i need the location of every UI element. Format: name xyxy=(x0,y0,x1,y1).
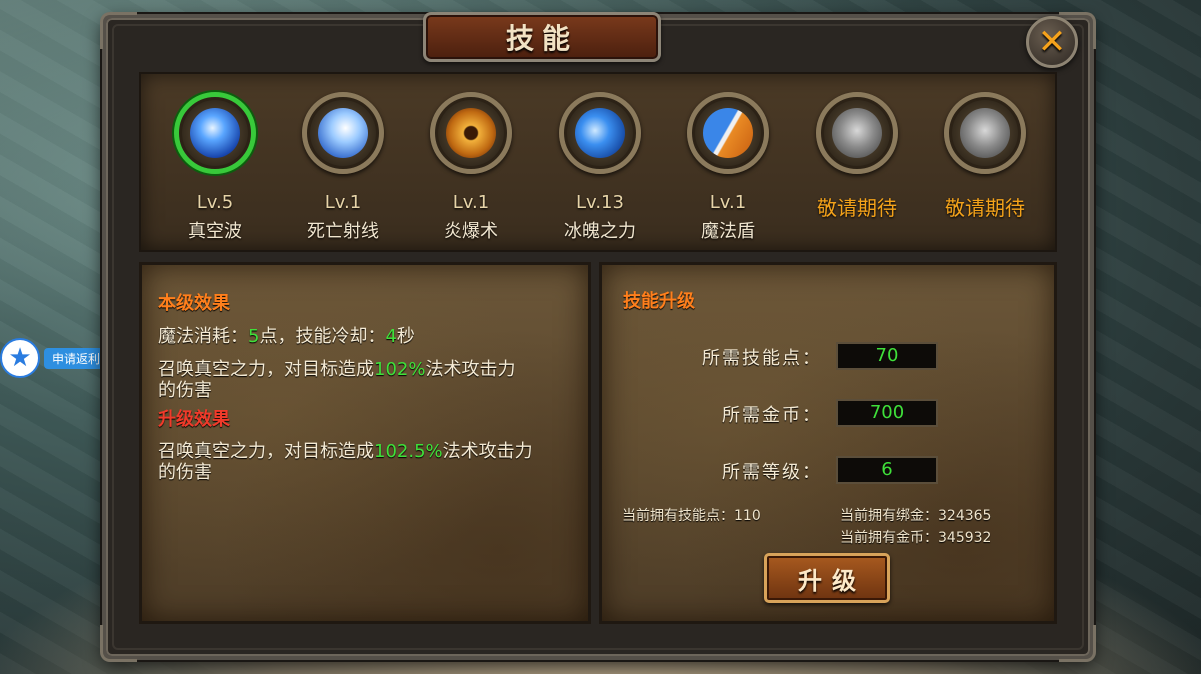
current-effect-desc: 召唤真空之力，对目标造成102%法术攻击力 xyxy=(158,359,515,381)
close-button[interactable]: ✕ xyxy=(1026,16,1078,68)
skill-effect-panel: 本级效果 魔法消耗：5点，技能冷却：4秒 召唤真空之力，对目标造成102%法术攻… xyxy=(139,262,591,624)
skill-upgrade-title: 技能升级 xyxy=(623,291,695,312)
frame-corner xyxy=(100,625,137,662)
pyroblast-icon xyxy=(446,108,496,158)
skill-orb[interactable] xyxy=(559,92,641,174)
locked-skill-icon xyxy=(832,108,882,158)
rebate-label[interactable]: 申请返利 xyxy=(44,348,109,369)
ice-soul-icon xyxy=(575,108,625,158)
mana-cooldown-line: 魔法消耗：5点，技能冷却：4秒 xyxy=(158,326,415,348)
coming-soon-label: 敬请期待 xyxy=(817,196,897,220)
skill-slot-locked[interactable]: 敬请期待 xyxy=(930,74,1040,250)
required-points-value: 70 xyxy=(836,342,938,370)
owned-skill-points: 当前拥有技能点：110 xyxy=(622,508,761,524)
current-effect-title: 本级效果 xyxy=(158,293,230,314)
skill-name: 魔法盾 xyxy=(701,221,755,242)
upgrade-effect-title: 升级效果 xyxy=(158,409,230,430)
mana-value: 5 xyxy=(248,326,260,347)
locked-skill-icon xyxy=(960,108,1010,158)
skill-orb[interactable] xyxy=(944,92,1026,174)
skill-level: Lv.13 xyxy=(576,192,624,213)
upgrade-effect-desc-line2: 的伤害 xyxy=(158,462,212,483)
skill-level: Lv.1 xyxy=(452,192,490,213)
required-level-label: 所需等级： xyxy=(722,462,822,483)
required-gold-value: 700 xyxy=(836,399,938,427)
window-title-plate: 技能 xyxy=(423,12,661,62)
skill-slot-pyroblast[interactable]: Lv.1 炎爆术 xyxy=(416,74,526,250)
desc-value: 102.5% xyxy=(374,441,443,462)
cooldown-value: 4 xyxy=(385,326,397,347)
skill-name: 冰魄之力 xyxy=(564,221,636,242)
desc-prefix: 召唤真空之力，对目标造成 xyxy=(158,441,374,462)
skill-level: Lv.1 xyxy=(709,192,747,213)
skill-slot-locked[interactable]: 敬请期待 xyxy=(802,74,912,250)
skill-upgrade-panel: 技能升级 所需技能点： 70 所需金币： 700 所需等级： 6 当前拥有技能点… xyxy=(599,262,1057,624)
upgrade-effect-desc: 召唤真空之力，对目标造成102.5%法术攻击力 xyxy=(158,441,533,463)
skill-orb[interactable] xyxy=(430,92,512,174)
skill-slot-ice-soul[interactable]: Lv.13 冰魄之力 xyxy=(545,74,655,250)
desc-suffix: 法术攻击力 xyxy=(442,441,533,462)
skill-orb[interactable] xyxy=(816,92,898,174)
frame-corner xyxy=(100,12,137,49)
skill-level: Lv.1 xyxy=(324,192,362,213)
desc-prefix: 召唤真空之力，对目标造成 xyxy=(158,359,374,380)
skill-slot-death-ray[interactable]: Lv.1 死亡射线 xyxy=(288,74,398,250)
skill-name: 死亡射线 xyxy=(307,221,379,242)
star-icon[interactable]: ★ xyxy=(0,338,40,378)
mana-unit: 点，技能冷却： xyxy=(259,326,386,347)
death-ray-icon xyxy=(318,108,368,158)
owned-bound-gold: 当前拥有绑金：324365 xyxy=(840,508,992,524)
skill-list: Lv.5 真空波 Lv.1 死亡射线 Lv.1 炎爆术 Lv.13 冰魄之力 L… xyxy=(139,72,1057,252)
desc-value: 102% xyxy=(374,359,426,380)
coming-soon-label: 敬请期待 xyxy=(945,196,1025,220)
skill-name: 炎爆术 xyxy=(444,221,498,242)
skill-name: 真空波 xyxy=(188,221,242,242)
skill-level: Lv.5 xyxy=(196,192,234,213)
upgrade-button[interactable]: 升级 xyxy=(764,553,890,603)
frame-corner xyxy=(1059,625,1096,662)
skill-orb[interactable] xyxy=(302,92,384,174)
skill-slot-vacuum-wave[interactable]: Lv.5 真空波 xyxy=(160,74,270,250)
cooldown-unit: 秒 xyxy=(396,326,415,347)
vacuum-wave-icon xyxy=(190,108,240,158)
required-gold-label: 所需金币： xyxy=(722,405,822,426)
skill-orb[interactable] xyxy=(687,92,769,174)
upgrade-button-label[interactable]: 升级 xyxy=(788,561,866,596)
skill-orb[interactable] xyxy=(174,92,256,174)
current-effect-desc-line2: 的伤害 xyxy=(158,380,212,401)
skill-slot-magic-shield[interactable]: Lv.1 魔法盾 xyxy=(673,74,783,250)
close-icon[interactable]: ✕ xyxy=(1038,25,1067,59)
magic-shield-icon xyxy=(703,108,753,158)
mana-label: 魔法消耗： xyxy=(158,326,248,347)
required-points-label: 所需技能点： xyxy=(702,348,822,369)
window-title: 技能 xyxy=(505,22,578,55)
owned-gold: 当前拥有金币：345932 xyxy=(840,530,992,546)
desc-suffix: 法术攻击力 xyxy=(425,359,516,380)
required-level-value: 6 xyxy=(836,456,938,484)
